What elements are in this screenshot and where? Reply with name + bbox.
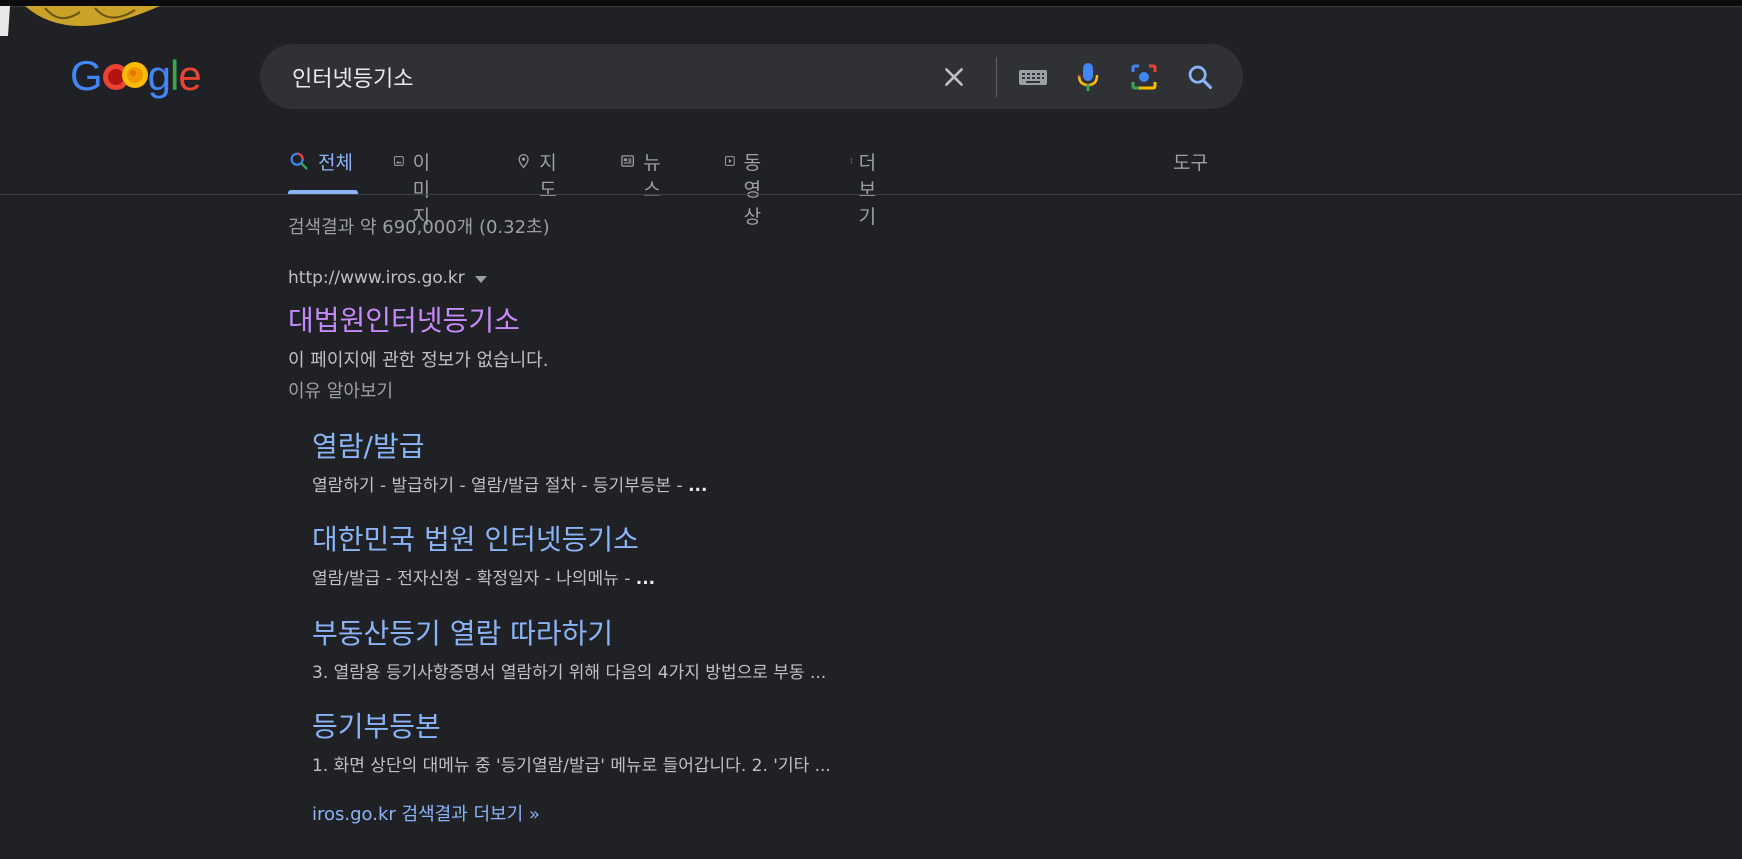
- camera-icon[interactable]: [1127, 60, 1161, 94]
- tab-label: 전체: [318, 152, 353, 174]
- sitelink-desc-ellipsis: ...: [635, 569, 656, 589]
- search-input[interactable]: [290, 58, 934, 96]
- mic-icon[interactable]: [1071, 60, 1105, 94]
- image-icon: [393, 156, 404, 166]
- result-url-text: http://www.iros.go.kr: [288, 268, 465, 288]
- tab-label: 동영상: [743, 152, 762, 228]
- tab-all[interactable]: 전체: [288, 138, 358, 194]
- more-results-link[interactable]: iros.go.kr 검색결과 더보기 »: [312, 800, 540, 826]
- close-icon[interactable]: [937, 60, 971, 94]
- sitelink-desc-text: 열람/발급 - 전자신청 - 확정일자 - 나의메뉴 -: [312, 569, 636, 589]
- sitelink-title[interactable]: 등기부등본: [312, 705, 441, 745]
- sitelink-title[interactable]: 부동산등기 열람 따라하기: [312, 612, 613, 652]
- learn-more-link[interactable]: 이유 알아보기: [288, 377, 393, 403]
- sitelink-desc: 1. 화면 상단의 대메뉴 중 '등기열람/발급' 메뉴로 들어갑니다. 2. …: [312, 751, 831, 776]
- tab-videos[interactable]: 동영상: [724, 138, 771, 228]
- result-title-link[interactable]: 대법원인터넷등기소: [288, 299, 520, 339]
- tools-button[interactable]: 도구: [1173, 148, 1208, 175]
- logo-letter-g2: g: [147, 52, 171, 99]
- tab-label: 더보기: [858, 152, 877, 228]
- google-logo[interactable]: G gle: [70, 52, 202, 104]
- tab-images[interactable]: 이미지: [393, 138, 440, 228]
- search-icon: [290, 152, 308, 170]
- result-url[interactable]: http://www.iros.go.kr: [288, 268, 487, 288]
- video-icon: [724, 156, 735, 166]
- tab-maps[interactable]: 지도: [516, 138, 563, 201]
- sitelink-desc: 열람/발급 - 전자신청 - 확정일자 - 나의메뉴 - ...: [312, 564, 655, 589]
- sitelink-desc-ellipsis: ...: [688, 476, 708, 496]
- keyboard-icon[interactable]: [1016, 60, 1050, 94]
- search-box: [260, 44, 1243, 109]
- search-icon[interactable]: [1183, 60, 1217, 94]
- map-pin-icon: [518, 154, 529, 169]
- tab-news[interactable]: 뉴스: [620, 138, 667, 201]
- tabs-divider: [0, 194, 1742, 195]
- chevron-down-icon[interactable]: [474, 276, 487, 283]
- window-top-border: [0, 0, 1742, 7]
- doodle-image-fragment: [0, 6, 165, 36]
- sitelink-desc-text: 3. 열람용 등기사항증명서 열람하기 위해 다음의 4가지 방법으로 부동 .…: [312, 663, 827, 683]
- logo-letter-e: e: [178, 52, 201, 99]
- sitelink-desc: 3. 열람용 등기사항증명서 열람하기 위해 다음의 4가지 방법으로 부동 .…: [312, 658, 826, 683]
- tab-more[interactable]: 더보기: [848, 138, 883, 228]
- sitelink-title[interactable]: 열람/발급: [312, 425, 424, 465]
- news-icon: [621, 155, 634, 167]
- sitelink-desc-text: 열람하기 - 발급하기 - 열람/발급 절차 - 등기부등본 -: [312, 476, 689, 496]
- sitelink-desc: 열람하기 - 발급하기 - 열람/발급 절차 - 등기부등본 - ...: [312, 471, 707, 496]
- more-vert-icon: [850, 158, 852, 164]
- result-stats: 검색결과 약 690,000개 (0.32초): [288, 217, 550, 238]
- result-description: 이 페이지에 관한 정보가 없습니다.: [288, 350, 549, 371]
- logo-letter-g: G: [70, 52, 103, 99]
- search-divider: [996, 57, 997, 97]
- sitelink-title[interactable]: 대한민국 법원 인터넷등기소: [312, 518, 639, 558]
- sitelink-desc-text: 1. 화면 상단의 대메뉴 중 '등기열람/발급' 메뉴로 들어갑니다. 2. …: [312, 756, 831, 776]
- doodle-oo-icon: [102, 56, 148, 92]
